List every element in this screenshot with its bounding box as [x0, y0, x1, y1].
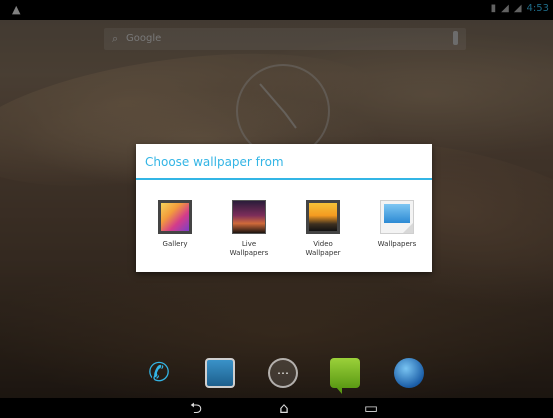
option-video-wallpaper[interactable]: Video Wallpaper [288, 194, 358, 258]
option-live-wallpapers[interactable]: Live Wallpapers [214, 194, 284, 258]
back-icon[interactable]: ⮌ [184, 399, 208, 417]
navigation-bar: ⮌ ⌂ ▭ [0, 398, 553, 418]
messaging-icon[interactable] [330, 358, 360, 394]
live-wallpapers-icon [232, 200, 266, 234]
wallpaper-source-list: Gallery Live Wallpapers Video Wallpaper … [136, 194, 432, 258]
wallpapers-icon [380, 200, 414, 234]
video-wallpaper-icon [306, 200, 340, 234]
dialog-title: Choose wallpaper from [145, 155, 284, 169]
browser-icon[interactable] [394, 358, 424, 388]
home-icon[interactable]: ⌂ [272, 399, 296, 417]
favorites-dock: ✆ ⋯ [0, 356, 553, 394]
contacts-icon[interactable] [205, 358, 235, 388]
recent-apps-icon[interactable]: ▭ [359, 399, 383, 417]
option-label: Gallery [162, 240, 188, 248]
option-label: Live Wallpapers [229, 240, 269, 257]
option-gallery[interactable]: Gallery [140, 194, 210, 258]
option-label: Wallpapers [377, 240, 417, 248]
dialog-divider [136, 178, 432, 180]
gallery-icon [158, 200, 192, 234]
phone-icon[interactable]: ✆ [144, 358, 174, 388]
option-label: Video Wallpaper [305, 240, 341, 257]
choose-wallpaper-dialog: Choose wallpaper from Gallery Live Wallp… [136, 144, 432, 272]
app-drawer-icon[interactable]: ⋯ [268, 358, 298, 388]
option-wallpapers[interactable]: Wallpapers [362, 194, 432, 258]
